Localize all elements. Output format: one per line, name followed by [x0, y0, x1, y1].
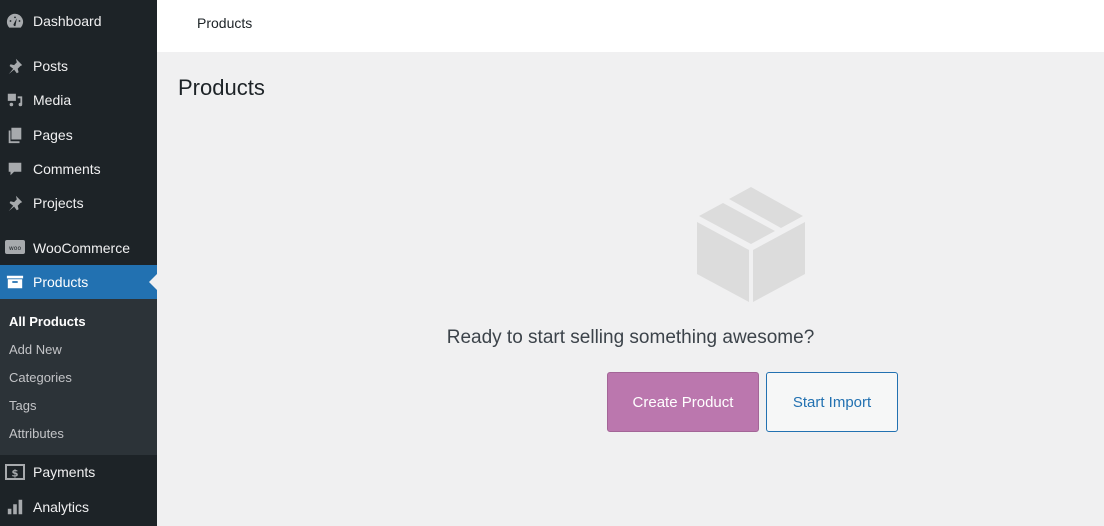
submenu-all-products[interactable]: All Products [9, 314, 86, 329]
sidebar-item-products[interactable]: Products [0, 265, 157, 299]
sidebar-label: Projects [33, 195, 84, 211]
sidebar-label: Payments [33, 464, 96, 480]
page-title: Products [178, 75, 265, 100]
top-header: Products [157, 0, 1104, 52]
admin-sidebar: Dashboard Posts Media Pages Comments Pro… [0, 0, 157, 526]
sidebar-item-woocommerce[interactable]: woo WooCommerce [0, 231, 157, 265]
sidebar-label: Analytics [33, 499, 90, 515]
sidebar-item-media[interactable]: Media [0, 83, 157, 117]
svg-text:woo: woo [9, 245, 22, 252]
pin-icon [5, 193, 25, 213]
sidebar-item-payments[interactable]: $ Payments [0, 455, 157, 489]
sidebar-label: WooCommerce [33, 240, 130, 256]
dollar-icon: $ [5, 462, 25, 482]
start-import-button[interactable]: Start Import [766, 372, 898, 432]
sidebar-label: Comments [33, 161, 101, 177]
submenu-attributes[interactable]: Attributes [9, 426, 64, 441]
breadcrumb: Products [197, 15, 253, 31]
pages-icon [5, 125, 25, 145]
sidebar-item-analytics[interactable]: Analytics [0, 490, 157, 524]
comment-icon [5, 159, 25, 179]
sidebar-item-projects[interactable]: Projects [0, 186, 157, 220]
sidebar-label: Media [33, 92, 72, 108]
dashboard-icon [5, 11, 25, 31]
sidebar-label: Dashboard [33, 13, 102, 29]
svg-text:$: $ [12, 469, 19, 480]
submenu-tags[interactable]: Tags [9, 398, 36, 413]
sidebar-item-dashboard[interactable]: Dashboard [0, 4, 157, 38]
submenu-categories[interactable]: Categories [9, 370, 72, 385]
sidebar-item-posts[interactable]: Posts [0, 49, 157, 83]
box-icon [697, 187, 805, 302]
pin-icon [5, 56, 25, 76]
bar-chart-icon [5, 497, 25, 517]
sidebar-item-comments[interactable]: Comments [0, 152, 157, 186]
products-submenu: All Products Add New Categories Tags Att… [0, 299, 157, 455]
submenu-add-new[interactable]: Add New [9, 342, 62, 357]
woo-icon: woo [5, 238, 25, 258]
create-product-button[interactable]: Create Product [607, 372, 759, 432]
sidebar-label: Posts [33, 58, 69, 74]
archive-icon [5, 272, 25, 292]
sidebar-label: Pages [33, 127, 73, 143]
sidebar-label: Products [33, 274, 89, 290]
empty-state-message: Ready to start selling something awesome… [446, 327, 815, 348]
media-icon [5, 90, 25, 110]
sidebar-item-pages[interactable]: Pages [0, 118, 157, 152]
